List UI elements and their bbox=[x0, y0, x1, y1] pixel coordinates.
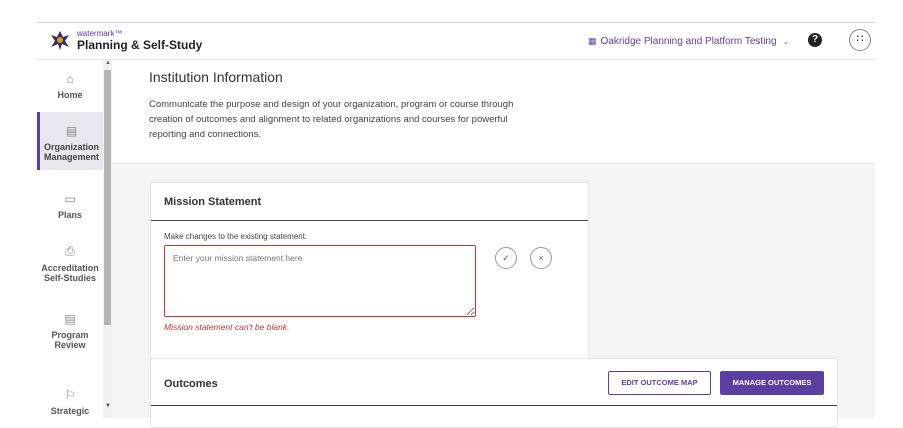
strategic-icon: ⚐ bbox=[64, 388, 76, 402]
mission-statement-input[interactable] bbox=[164, 245, 476, 317]
manage-outcomes-button[interactable]: MANAGE OUTCOMES bbox=[720, 371, 824, 395]
sidebar-item-label: Organization Management bbox=[43, 142, 99, 162]
home-icon: ⌂ bbox=[66, 72, 74, 86]
institution-info-panel: Institution Information Communicate the … bbox=[112, 60, 875, 164]
page-title: Institution Information bbox=[149, 69, 283, 85]
sidebar-item-accreditation[interactable]: ⎙ Accreditation Self-Studies bbox=[37, 244, 103, 283]
sidebar: ⌂ Home ▤ Organization Management ▭ Plans… bbox=[37, 60, 112, 418]
folder-icon: ▤ bbox=[65, 124, 78, 138]
sidebar-item-organization-management[interactable]: ▤ Organization Management bbox=[37, 112, 103, 170]
close-icon: × bbox=[538, 253, 544, 263]
mission-title: Mission Statement bbox=[164, 196, 262, 208]
sidebar-scroll-thumb[interactable] bbox=[104, 70, 111, 325]
plans-icon: ▭ bbox=[64, 192, 76, 206]
divider bbox=[151, 220, 588, 221]
outcomes-title: Outcomes bbox=[164, 378, 218, 390]
help-icon[interactable]: ? bbox=[808, 33, 822, 47]
sidebar-item-program-review[interactable]: ▤ Program Review bbox=[37, 312, 103, 350]
scroll-down-icon[interactable]: ▼ bbox=[105, 403, 111, 409]
watermark-logo-icon bbox=[51, 31, 69, 50]
brand[interactable]: watermark™ Planning & Self-Study bbox=[49, 29, 202, 51]
sidebar-item-home[interactable]: ⌂ Home bbox=[37, 72, 103, 100]
top-bar: watermark™ Planning & Self-Study ▦ Oakri… bbox=[37, 22, 875, 60]
check-icon: ✓ bbox=[502, 253, 510, 263]
mission-error-text: Mission statement can't be blank. bbox=[164, 322, 290, 332]
brand-small-text: watermark™ bbox=[77, 28, 123, 38]
sidebar-item-label: Plans bbox=[57, 210, 82, 220]
main-content: Institution Information Communicate the … bbox=[112, 60, 875, 428]
review-icon: ▤ bbox=[64, 312, 76, 326]
sidebar-item-strategic[interactable]: ⚐ Strategic bbox=[37, 388, 103, 416]
sidebar-item-plans[interactable]: ▭ Plans bbox=[37, 192, 103, 220]
divider bbox=[151, 405, 837, 406]
page-description: Communicate the purpose and design of yo… bbox=[149, 99, 514, 140]
sidebar-item-label: Home bbox=[57, 90, 83, 100]
scroll-up-icon[interactable]: ▲ bbox=[105, 60, 111, 66]
org-selector[interactable]: ▦ Oakridge Planning and Platform Testing… bbox=[588, 36, 789, 47]
sidebar-item-label: Accreditation Self-Studies bbox=[41, 263, 99, 283]
accreditation-icon: ⎙ bbox=[65, 244, 75, 258]
confirm-button[interactable]: ✓ bbox=[495, 247, 517, 269]
org-name: Oakridge Planning and Platform Testing bbox=[600, 36, 777, 47]
building-icon: ▦ bbox=[588, 36, 597, 46]
apps-grid-icon[interactable]: ∷ bbox=[849, 29, 871, 51]
app-title: Planning & Self-Study bbox=[77, 37, 203, 52]
sidebar-item-label: Strategic bbox=[50, 406, 90, 416]
cancel-button[interactable]: × bbox=[530, 247, 552, 269]
chevron-down-icon: ⌄ bbox=[782, 37, 790, 46]
edit-outcome-map-button[interactable]: EDIT OUTCOME MAP bbox=[608, 371, 711, 395]
sidebar-item-label: Program Review bbox=[51, 330, 89, 350]
mission-help-text: Make changes to the existing statement. bbox=[164, 232, 308, 241]
